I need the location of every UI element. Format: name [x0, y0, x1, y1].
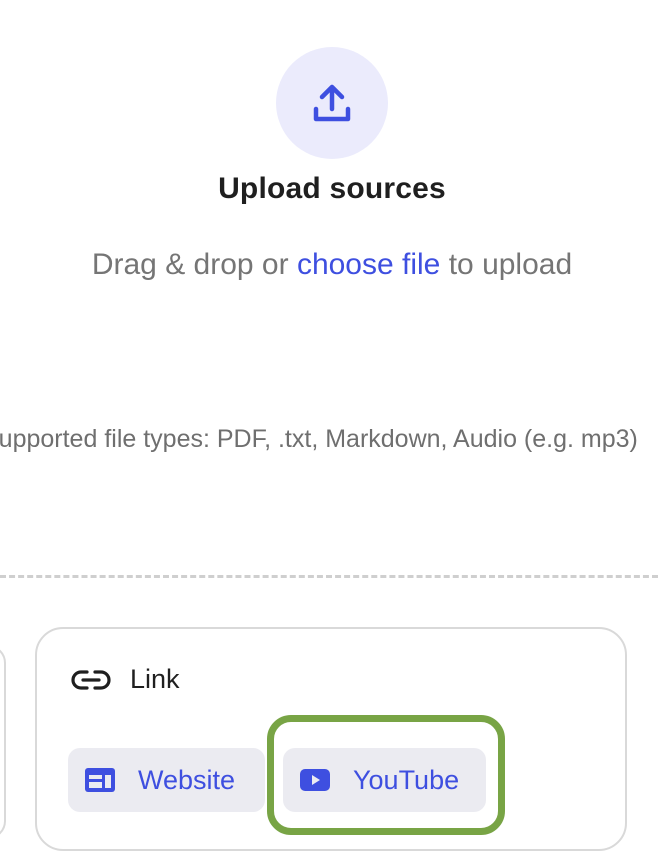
- link-header: Link: [70, 664, 180, 695]
- drag-drop-suffix: to upload: [440, 248, 573, 281]
- link-icon: [71, 669, 111, 690]
- website-button[interactable]: Website: [68, 748, 265, 812]
- website-icon: [85, 768, 115, 792]
- upload-button[interactable]: [276, 47, 388, 159]
- choose-file-link[interactable]: choose file: [297, 248, 440, 281]
- highlight-annotation: [267, 715, 505, 835]
- drag-drop-text: Drag & drop or choose file to upload: [0, 248, 658, 282]
- upload-icon: [313, 84, 351, 122]
- dashed-divider: [0, 575, 658, 578]
- drag-drop-prefix: Drag & drop or: [91, 248, 297, 281]
- link-label: Link: [130, 664, 180, 694]
- adjacent-card: [0, 645, 6, 839]
- supported-file-types-text: Supported file types: PDF, .txt, Markdow…: [0, 425, 638, 453]
- website-label: Website: [138, 764, 236, 795]
- upload-title: Upload sources: [218, 172, 446, 205]
- supported-file-types: Supported file types: PDF, .txt, Markdow…: [0, 425, 658, 454]
